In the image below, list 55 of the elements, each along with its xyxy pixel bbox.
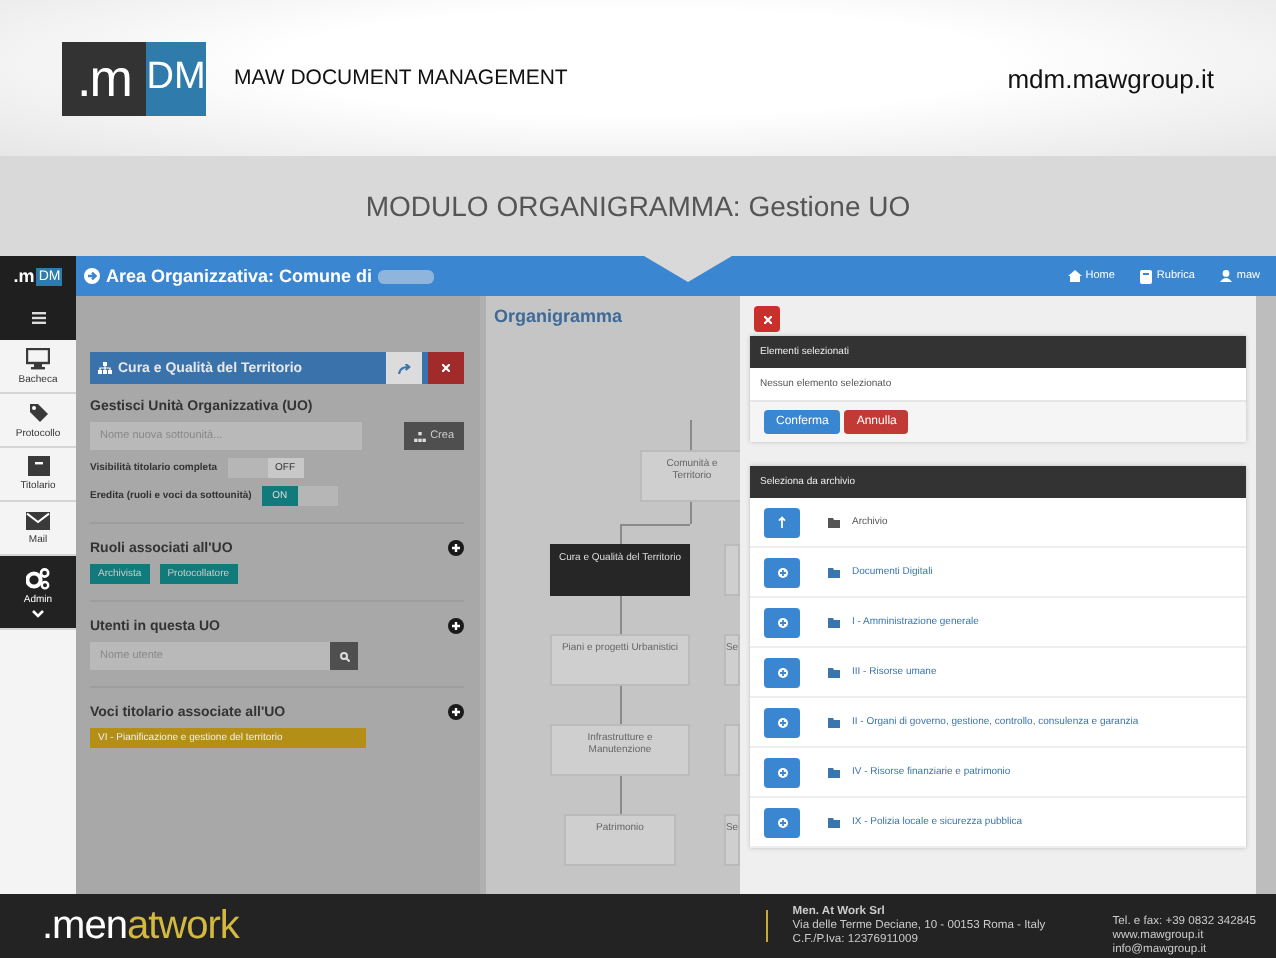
sitemap-icon — [98, 362, 112, 374]
plus-circle-icon — [777, 717, 787, 727]
menatwork-logo: .menatwork — [42, 903, 239, 949]
add-button[interactable] — [764, 807, 800, 837]
close-icon — [763, 315, 771, 323]
folder-icon — [828, 517, 840, 527]
add-button[interactable] — [764, 707, 800, 737]
plus-circle-icon — [777, 817, 787, 827]
folder-icon — [828, 817, 840, 827]
add-button[interactable] — [764, 757, 800, 787]
up-button[interactable] — [764, 507, 800, 537]
folder-icon — [828, 667, 840, 677]
home-icon — [1067, 270, 1082, 282]
arrow-circle-icon — [84, 268, 100, 284]
tag-icon — [27, 401, 49, 423]
plus-circle-icon[interactable] — [448, 704, 464, 720]
share-button[interactable] — [386, 352, 422, 384]
mdm-logo: .m DM — [62, 41, 206, 115]
add-button[interactable] — [764, 657, 800, 687]
folder-icon — [828, 767, 840, 777]
close-icon — [442, 364, 450, 372]
close-button[interactable] — [428, 352, 464, 384]
menu-icon[interactable] — [31, 312, 45, 324]
area-title: Area Organizzativa: Comune di — [106, 266, 373, 286]
organigram-title: Organigramma — [494, 306, 623, 326]
chevron-down-icon — [32, 609, 44, 617]
add-button[interactable] — [764, 607, 800, 637]
archive-box-icon — [27, 456, 49, 476]
folder-icon — [828, 617, 840, 627]
website-url: mdm.mawgroup.it — [1007, 63, 1214, 93]
plus-circle-icon[interactable] — [448, 540, 464, 556]
plus-circle-icon — [777, 567, 787, 577]
up-arrow-icon — [778, 516, 786, 528]
folder-icon — [828, 567, 840, 577]
share-arrow-icon — [397, 363, 411, 373]
plus-circle-icon — [777, 767, 787, 777]
sitemap-icon — [414, 431, 427, 441]
gears-icon — [26, 567, 50, 589]
envelope-icon — [26, 511, 50, 529]
close-button[interactable] — [754, 306, 780, 332]
add-button[interactable] — [764, 557, 800, 587]
blurred-block — [378, 269, 435, 283]
user-icon — [1220, 270, 1233, 282]
search-icon — [339, 651, 349, 661]
search-button[interactable] — [330, 642, 358, 670]
plus-circle-icon[interactable] — [448, 618, 464, 634]
monitor-icon — [26, 347, 50, 369]
slide-brand-title: MAW DOCUMENT MANAGEMENT — [234, 66, 568, 90]
plus-circle-icon — [777, 617, 787, 627]
org-node[interactable] — [724, 724, 740, 776]
org-node[interactable] — [724, 544, 740, 596]
book-icon — [1140, 269, 1153, 283]
slide-title: MODULO ORGANIGRAMMA: Gestione UO — [365, 190, 911, 222]
folder-icon — [828, 717, 840, 727]
plus-circle-icon — [777, 667, 787, 677]
